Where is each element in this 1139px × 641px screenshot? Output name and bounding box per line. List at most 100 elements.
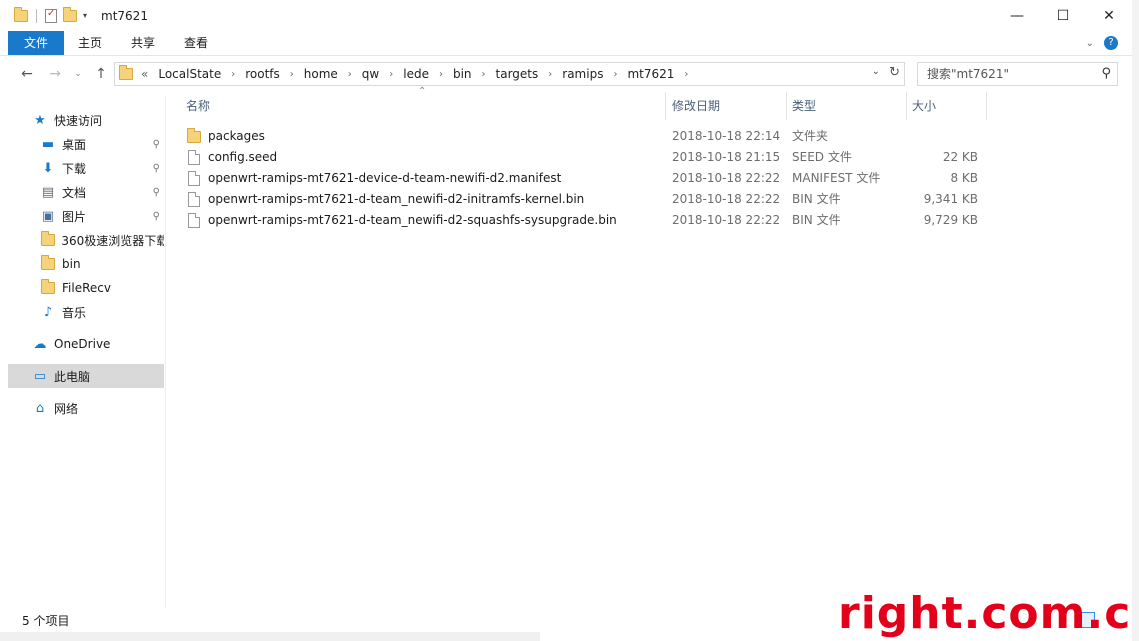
background-window-edge [0, 632, 540, 641]
pin-icon[interactable]: ⚲ [153, 211, 160, 222]
tab-file[interactable]: 文件 [8, 31, 64, 55]
breadcrumb-item[interactable]: mt7621 [627, 67, 674, 81]
folder-icon [14, 6, 28, 22]
sidebar-item[interactable]: ▤ 文档 ⚲ [8, 180, 164, 204]
file-name-cell[interactable]: config.seed [186, 147, 277, 168]
download-icon: ⬇ [42, 160, 54, 176]
address-bar[interactable]: « LocalState › rootfs › home › qw › lede › bin › tar… [114, 62, 905, 86]
table-row[interactable]: config.seed 2018-10-18 21:15 SEED 文件 22 KB [182, 147, 992, 168]
minimize-button[interactable]: — [994, 0, 1040, 31]
breadcrumb-item[interactable]: LocalState [158, 67, 221, 81]
star-icon: ★ [34, 112, 46, 128]
file-name-cell[interactable]: openwrt-ramips-mt7621-d-team_newifi-d2-i… [186, 189, 584, 210]
sidebar-item[interactable]: ▣ 图片 ⚲ [8, 204, 164, 228]
sidebar-item[interactable]: ⬇ 下载 ⚲ [8, 156, 164, 180]
column-divider[interactable] [906, 92, 907, 120]
column-header-size[interactable]: 大小 [908, 92, 986, 120]
sidebar-item[interactable]: ▭ 此电脑 [8, 364, 164, 388]
file-icon [186, 150, 202, 166]
expand-ribbon-icon[interactable]: ⌄ [1086, 38, 1094, 49]
breadcrumb-separator-icon[interactable]: › [389, 69, 393, 80]
table-row[interactable]: openwrt-ramips-mt7621-device-d-team-newi… [182, 168, 992, 189]
watermark: right.com.cn [838, 588, 1139, 639]
column-header-type[interactable]: 类型 [788, 92, 906, 120]
help-icon[interactable]: ? [1104, 36, 1118, 50]
network-icon: ⌂ [35, 400, 45, 416]
sidebar-item[interactable]: ⌂ 网络 [8, 396, 164, 420]
column-header-date[interactable]: 修改日期 [668, 92, 786, 120]
back-button[interactable]: ← [17, 64, 37, 84]
breadcrumb-separator-icon[interactable]: › [290, 69, 294, 80]
tab-view[interactable]: 查看 [172, 31, 220, 55]
breadcrumb-separator-icon[interactable]: › [231, 69, 235, 80]
sidebar-item-label: 文档 [62, 185, 87, 200]
breadcrumb-item[interactable]: rootfs [245, 67, 280, 81]
qat-dropdown-icon[interactable]: ▾ [83, 11, 87, 20]
breadcrumb-item[interactable]: home [304, 67, 338, 81]
sidebar-item-label: 下载 [62, 161, 87, 176]
file-name: config.seed [208, 150, 278, 164]
breadcrumb-separator-icon[interactable]: › [439, 69, 443, 80]
recent-locations-icon[interactable]: ⌄ [68, 64, 88, 84]
sidebar-item[interactable]: 360极速浏览器下载 [8, 228, 164, 252]
sidebar-item-label: bin [62, 257, 81, 271]
sidebar-item-label: 360极速浏览器下载 [61, 233, 164, 248]
sidebar-item[interactable]: ▬ 桌面 ⚲ [8, 132, 164, 156]
breadcrumb-separator-icon[interactable]: › [482, 69, 486, 80]
breadcrumb-item[interactable]: ramips [562, 67, 603, 81]
tab-home[interactable]: 主页 [66, 31, 114, 55]
sidebar-item[interactable]: ♪ 音乐 [8, 300, 164, 324]
breadcrumb-separator-icon[interactable]: › [613, 69, 617, 80]
sidebar-item[interactable]: ★ 快速访问 [8, 108, 164, 132]
table-row[interactable]: openwrt-ramips-mt7621-d-team_newifi-d2-s… [182, 210, 992, 231]
picture-icon: ▣ [41, 208, 55, 224]
forward-button[interactable]: → [45, 64, 65, 84]
breadcrumb-overflow[interactable]: « [141, 67, 148, 81]
breadcrumb-separator-icon[interactable]: › [684, 69, 688, 80]
pin-icon[interactable]: ⚲ [153, 187, 160, 198]
search-input[interactable]: 搜索"mt7621" ⚲ [917, 62, 1118, 86]
file-size: 9,341 KB [923, 192, 978, 206]
music-icon: ♪ [43, 304, 53, 320]
pin-icon[interactable]: ⚲ [153, 139, 160, 150]
title-bar: ▾ mt7621 — ☐ ✕ [0, 0, 1132, 31]
address-dropdown-icon[interactable]: ⌄ [872, 66, 880, 77]
file-date: 2018-10-18 21:15 [672, 150, 781, 164]
table-row[interactable]: openwrt-ramips-mt7621-d-team_newifi-d2-i… [182, 189, 992, 210]
tab-share[interactable]: 共享 [119, 31, 167, 55]
breadcrumb-item[interactable]: bin [453, 67, 472, 81]
sidebar-item[interactable]: FileRecv [8, 276, 164, 300]
search-icon[interactable]: ⚲ [1101, 63, 1111, 85]
item-count: 5 个项目 [22, 614, 70, 628]
pin-icon[interactable]: ⚲ [153, 163, 160, 174]
sidebar-item[interactable]: ☁ OneDrive [8, 332, 164, 356]
file-name-cell[interactable]: packages [186, 126, 265, 147]
column-divider[interactable] [986, 92, 987, 120]
navigation-pane: ★ 快速访问 ▬ 桌面 ⚲ ⬇ 下载 ⚲ ▤ 文档 ⚲ ▣ 图片 ⚲ 360极速浏览器下载 bin FileRe… [8, 96, 166, 608]
sidebar-item-label: OneDrive [54, 337, 111, 351]
file-name-cell[interactable]: openwrt-ramips-mt7621-d-team_newifi-d2-s… [186, 210, 617, 231]
close-button[interactable]: ✕ [1086, 0, 1132, 31]
up-button[interactable]: ↑ [91, 64, 111, 84]
refresh-icon[interactable]: ↻ [889, 65, 900, 80]
file-icon [186, 213, 202, 229]
breadcrumb-separator-icon[interactable]: › [348, 69, 352, 80]
qat-divider [36, 8, 37, 23]
file-date: 2018-10-18 22:14 [672, 129, 781, 143]
properties-icon[interactable] [45, 8, 57, 23]
column-divider[interactable] [786, 92, 787, 120]
file-name-cell[interactable]: openwrt-ramips-mt7621-device-d-team-newi… [186, 168, 561, 189]
column-header-name[interactable]: 名称 [182, 92, 665, 120]
breadcrumb-item[interactable]: targets [496, 67, 539, 81]
sidebar-item-label: FileRecv [62, 281, 111, 295]
maximize-button[interactable]: ☐ [1040, 0, 1086, 31]
table-row[interactable]: packages 2018-10-18 22:14 文件夹 [182, 126, 992, 147]
column-divider[interactable] [665, 92, 666, 120]
file-icon [186, 171, 202, 187]
new-folder-icon[interactable] [63, 6, 77, 22]
breadcrumb-item[interactable]: lede [403, 67, 429, 81]
breadcrumb-separator-icon[interactable]: › [548, 69, 552, 80]
sidebar-item[interactable]: bin [8, 252, 164, 276]
file-size: 22 KB [942, 150, 978, 164]
breadcrumb-item[interactable]: qw [362, 67, 379, 81]
